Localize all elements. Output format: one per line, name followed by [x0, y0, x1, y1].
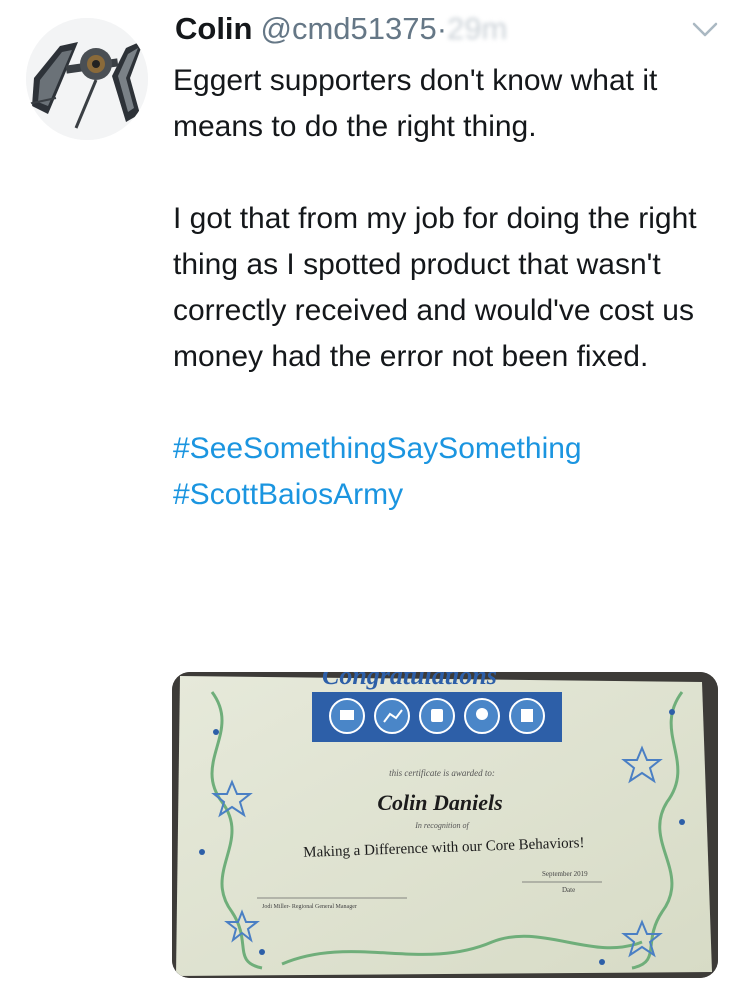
tweet-paragraph: I got that from my job for doing the rig… — [173, 202, 697, 373]
timestamp[interactable]: 29m — [447, 11, 507, 46]
tweet-header: Colin @cmd51375·29m — [175, 10, 507, 48]
certificate-date-label: Date — [562, 886, 575, 894]
certificate-recipient: Colin Daniels — [377, 790, 502, 815]
certificate-signature: Jodi Miller- Regional General Manager — [262, 904, 357, 910]
certificate-image: Congratulations this certificate is awar… — [172, 672, 718, 978]
tweet-body: Eggert supporters don't know what it mea… — [173, 58, 713, 518]
tie-fighter-icon — [26, 18, 148, 140]
hashtag-link[interactable]: #ScottBaiosArmy — [173, 472, 713, 518]
tweet-paragraph: Eggert supporters don't know what it mea… — [173, 64, 658, 143]
certificate-recognition: In recognition of — [414, 821, 470, 830]
separator-dot: · — [436, 11, 448, 46]
certificate-date-value: September 2019 — [542, 870, 588, 878]
hashtag-link[interactable]: #SeeSomethingSaySomething — [173, 426, 713, 472]
author-handle[interactable]: @cmd51375 — [261, 11, 437, 46]
tweet-photo[interactable]: Congratulations this certificate is awar… — [172, 672, 718, 978]
chevron-down-icon[interactable] — [690, 18, 720, 40]
certificate-awarded: this certificate is awarded to: — [389, 768, 495, 778]
certificate-heading: Congratulations — [322, 672, 497, 690]
avatar[interactable] — [26, 18, 148, 140]
author-name[interactable]: Colin — [175, 11, 253, 46]
